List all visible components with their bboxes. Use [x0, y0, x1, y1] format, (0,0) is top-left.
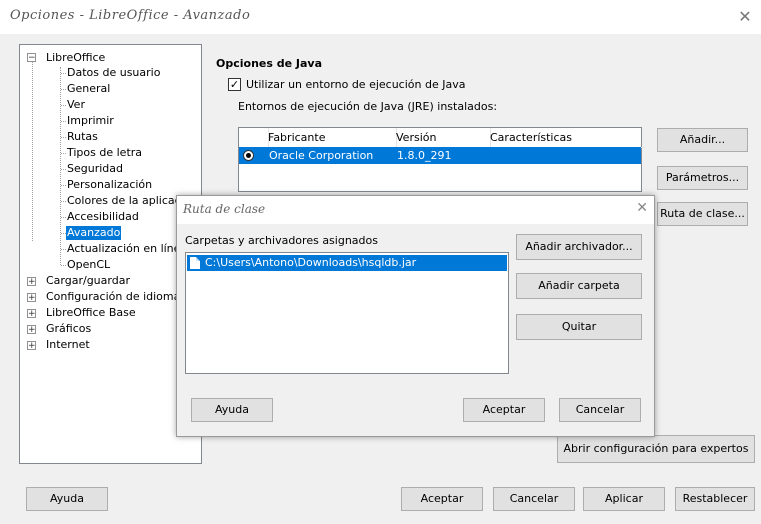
classpath-dialog: Ruta de clase ✕ Carpetas y archivadores … [176, 195, 655, 437]
close-icon[interactable]: ✕ [733, 6, 757, 28]
remove-button[interactable]: Quitar [516, 314, 642, 340]
use-jre-label[interactable]: Utilizar un entorno de ejecución de Java [246, 78, 465, 91]
classpath-list[interactable]: C:\Users\Antono\Downloads\hsqldb.jar [185, 252, 509, 374]
tree-item-libreoffice[interactable]: LibreOffice [46, 51, 105, 65]
tree-item-seguridad[interactable]: Seguridad [67, 162, 123, 176]
tree-item-actualizacion[interactable]: Actualización en línea [67, 242, 187, 256]
tree-item-graficos[interactable]: Gráficos [46, 322, 91, 336]
tree-item-general[interactable]: General [67, 82, 110, 96]
classpath-help-button[interactable]: Ayuda [191, 398, 273, 422]
java-section-title: Opciones de Java [216, 57, 323, 70]
window-title: Opciones - LibreOffice - Avanzado [10, 8, 251, 23]
jre-list[interactable]: Fabricante Versión Características Oracl… [238, 127, 645, 192]
expand-icon[interactable]: + [27, 341, 36, 351]
classpath-title: Ruta de clase [183, 202, 266, 216]
parameters-button[interactable]: Parámetros... [657, 166, 748, 190]
title-bar: Opciones - LibreOffice - Avanzado ✕ [0, 0, 761, 34]
classpath-cancel-button[interactable]: Cancelar [559, 398, 641, 422]
tree-item-imprimir[interactable]: Imprimir [67, 114, 114, 128]
expand-icon[interactable]: + [27, 309, 36, 319]
tree-item-cargar-guardar[interactable]: Cargar/guardar [46, 274, 130, 288]
tree-item-avanzado[interactable]: Avanzado [66, 226, 122, 240]
classpath-ok-button[interactable]: Aceptar [463, 398, 545, 422]
add-jre-button[interactable]: Añadir... [657, 128, 748, 152]
tree-item-tipos-letra[interactable]: Tipos de letra [67, 146, 142, 160]
collapse-icon[interactable]: − [27, 53, 36, 63]
expand-icon[interactable]: + [27, 293, 36, 303]
list-item[interactable]: C:\Users\Antono\Downloads\hsqldb.jar [187, 255, 507, 271]
installed-jre-label: Entornos de ejecución de Java (JRE) inst… [238, 100, 498, 113]
column-header-version[interactable]: Versión [392, 128, 491, 148]
column-header-features[interactable]: Características [486, 128, 645, 148]
options-tree[interactable]: − LibreOffice Datos de usuario General V… [19, 44, 202, 464]
help-button[interactable]: Ayuda [26, 487, 108, 511]
apply-button[interactable]: Aplicar [583, 487, 665, 511]
ok-button[interactable]: Aceptar [401, 487, 483, 511]
file-icon [190, 257, 200, 269]
tree-item-libreoffice-base[interactable]: LibreOffice Base [46, 306, 136, 320]
tree-item-accesibilidad[interactable]: Accesibilidad [67, 210, 139, 224]
column-header-vendor[interactable]: Fabricante [264, 128, 397, 148]
close-icon[interactable]: ✕ [636, 200, 648, 216]
add-folder-button[interactable]: Añadir carpeta [516, 273, 642, 299]
table-row[interactable]: Oracle Corporation 1.8.0_291 [239, 147, 641, 164]
assigned-label: Carpetas y archivadores asignados [185, 234, 378, 247]
tree-item-datos-usuario[interactable]: Datos de usuario [67, 66, 160, 80]
tree-item-rutas[interactable]: Rutas [67, 130, 98, 144]
tree-item-ver[interactable]: Ver [67, 98, 85, 112]
use-jre-checkbox[interactable]: ✓ [228, 78, 241, 91]
jre-radio[interactable] [243, 150, 254, 161]
classpath-button[interactable]: Ruta de clase... [657, 202, 748, 226]
reset-button[interactable]: Restablecer [675, 487, 755, 511]
jre-version: 1.8.0_291 [397, 149, 452, 162]
add-archive-button[interactable]: Añadir archivador... [516, 234, 642, 260]
tree-item-config-idioma[interactable]: Configuración de idioma [46, 290, 180, 304]
tree-item-opencl[interactable]: OpenCL [67, 258, 110, 272]
expert-config-button[interactable]: Abrir configuración para expertos [557, 435, 755, 463]
tree-item-personalizacion[interactable]: Personalización [67, 178, 152, 192]
expand-icon[interactable]: + [27, 325, 36, 335]
tree-item-internet[interactable]: Internet [46, 338, 90, 352]
jre-vendor: Oracle Corporation [269, 149, 374, 162]
classpath-title-bar: Ruta de clase ✕ [177, 196, 654, 224]
expand-icon[interactable]: + [27, 277, 36, 287]
cancel-button[interactable]: Cancelar [493, 487, 575, 511]
